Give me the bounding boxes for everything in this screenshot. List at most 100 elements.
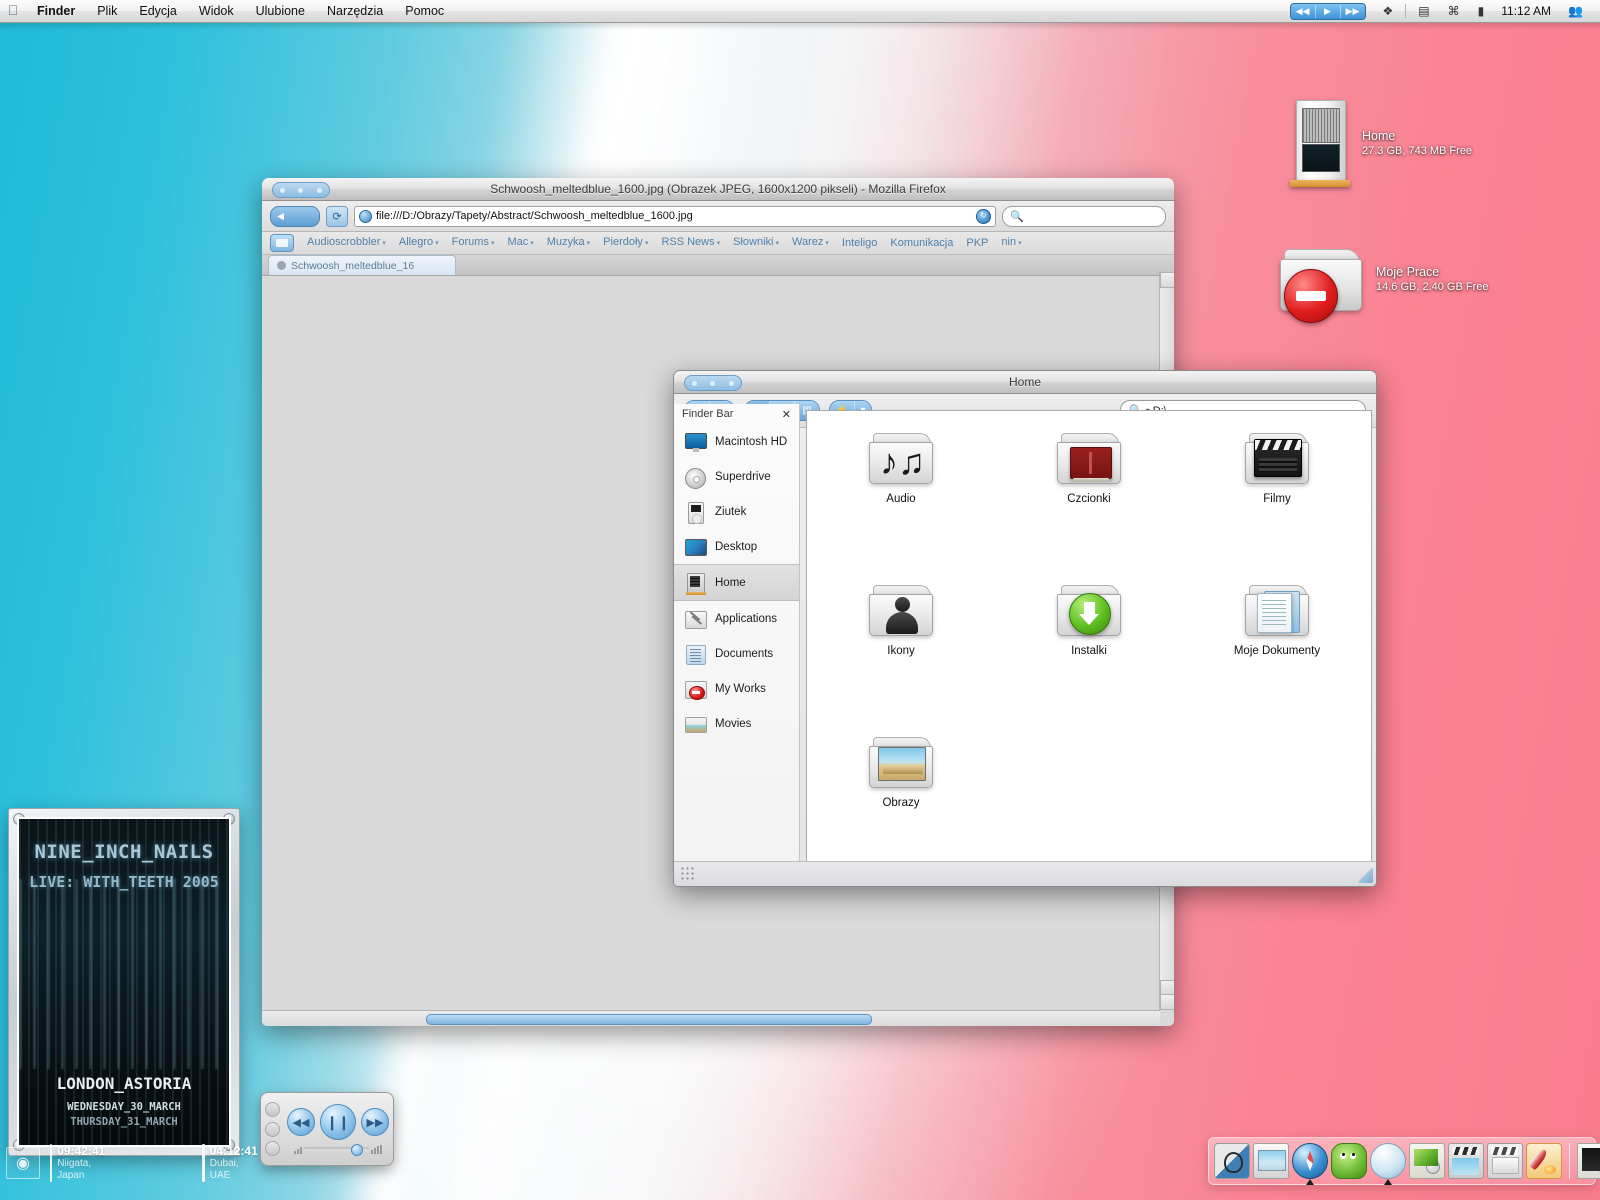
sidebar-item-desktop[interactable]: Desktop [674, 529, 799, 564]
desktop-icon-home-name: Home [1362, 129, 1396, 143]
dock-item-imovie[interactable] [1448, 1143, 1484, 1179]
reload-button[interactable]: ⟳ [326, 205, 348, 227]
sidebar-item-home[interactable]: Home [674, 564, 799, 601]
menu-item-pomoc[interactable]: Pomoc [394, 0, 455, 22]
dock-item-preview[interactable] [1253, 1143, 1289, 1179]
finder-item-ikony[interactable]: Ikony [831, 571, 971, 657]
volume-track[interactable] [304, 1144, 369, 1156]
bookmark-inteligo[interactable]: Inteligo [836, 234, 883, 252]
bluetooth-icon[interactable]: ❖ [1374, 0, 1403, 22]
dock-item-rocket-launcher[interactable] [1526, 1143, 1562, 1179]
finder-status-bar [674, 861, 1376, 886]
sidebar-item-superdrive[interactable]: Superdrive [674, 459, 799, 494]
go-button[interactable]: ↻ [976, 208, 991, 224]
finder-titlebar[interactable]: Home [674, 371, 1376, 394]
apple-logo-icon[interactable]:  [0, 3, 26, 19]
track-play-button[interactable]: ▶ [1316, 4, 1341, 18]
poster-widget[interactable]: NINE_INCH_NAILS LIVE: WITH_TEETH 2005 LO… [8, 808, 240, 1156]
bookmark-pkp[interactable]: PKP [960, 234, 994, 252]
bookmark-muzyka[interactable]: Muzyka ▾ [541, 233, 596, 253]
eject-icon[interactable] [264, 1121, 280, 1137]
bookmark-komunikacja[interactable]: Komunikacja [884, 234, 959, 252]
url-bar[interactable]: file:///D:/Obrazy/Tapety/Abstract/Schwoo… [354, 205, 996, 227]
resize-handle[interactable] [1358, 868, 1373, 883]
dock [1208, 1137, 1600, 1185]
dock-item-finder[interactable] [1214, 1143, 1250, 1179]
folder-restricted-icon [1278, 245, 1366, 323]
bookmark-nin[interactable]: nin ▾ [995, 233, 1027, 253]
sidebar-item-ziutek[interactable]: Ziutek [674, 494, 799, 529]
chevron-down-icon: ▾ [775, 240, 780, 247]
dock-item-poster-stack[interactable] [1577, 1143, 1600, 1179]
itunes-track-controls[interactable]: ◀◀ ▶ ▶▶ [1289, 2, 1366, 20]
power-icon[interactable] [264, 1101, 280, 1117]
sidebar-item-movies[interactable]: Movies [674, 706, 799, 741]
battery-icon[interactable]: ▮ [1469, 0, 1494, 22]
finder-icon-view[interactable]: ♪♫ Audio Czcionki Filmy Ikony Instalki M… [806, 410, 1372, 865]
next-button[interactable]: ▶▶ [361, 1108, 389, 1136]
bookmarks-folder-icon[interactable] [270, 234, 294, 252]
firefox-titlebar[interactable]: Schwoosh_meltedblue_1600.jpg (Obrazek JP… [262, 178, 1174, 201]
finder-item-filmy[interactable]: Filmy [1207, 419, 1347, 505]
volume-slider[interactable] [294, 1144, 382, 1156]
media-player-widget[interactable]: ◀◀ ❙❙ ▶▶ [260, 1092, 394, 1166]
dock-item-idvd[interactable] [1487, 1143, 1523, 1179]
bookmark-forums[interactable]: Forums ▾ [446, 233, 501, 253]
menu-item-plik[interactable]: Plik [86, 0, 128, 22]
dock-item-safari[interactable] [1292, 1143, 1328, 1185]
finder-window[interactable]: Home ◀ ▶ ▦ ☰ ▥ ⚡ ▾ 🔍 ▾ D:\ Finder Bar ✕ [673, 370, 1377, 887]
dock-item-iphoto[interactable] [1409, 1143, 1445, 1179]
desktop-icon-moje-prace[interactable]: Moje Prace 14.6 GB, 2.40 GB Free [1278, 245, 1489, 323]
previous-button[interactable]: ◀◀ [287, 1108, 315, 1136]
track-prev-button[interactable]: ◀◀ [1291, 4, 1316, 18]
bookmark-rss-news[interactable]: RSS News ▾ [655, 233, 726, 253]
world-clock-widget[interactable]: ◉ 09:42:41 Niigata, Japan 04:12:41 Dubai… [0, 1143, 258, 1183]
documents-icon [684, 644, 706, 665]
menu-item-narzedzia[interactable]: Narzędzia [316, 0, 394, 22]
menu-item-edycja[interactable]: Edycja [128, 0, 188, 22]
bookmark-slowniki[interactable]: Słowniki ▾ [727, 233, 785, 253]
desktop-icon-home[interactable]: Home 27.3 GB, 743 MB Free [1288, 98, 1472, 190]
sidebar-item-documents[interactable]: Documents [674, 636, 799, 671]
bookmark-warez[interactable]: Warez ▾ [786, 233, 835, 253]
horizontal-scrollbar[interactable] [262, 1010, 1160, 1026]
sidebar-item-my-works[interactable]: My Works [674, 671, 799, 706]
bookmark-pierdoly[interactable]: Pierdoły ▾ [597, 233, 654, 253]
menu-item-ulubione[interactable]: Ulubione [245, 0, 316, 22]
displays-icon[interactable]: ▤ [1409, 0, 1438, 22]
finder-item-obrazy[interactable]: Obrazy [831, 723, 971, 809]
volume-knob[interactable] [351, 1144, 363, 1156]
track-next-button[interactable]: ▶▶ [1341, 5, 1365, 18]
bookmark-label: Audioscrobbler [307, 236, 381, 248]
pause-button[interactable]: ❙❙ [320, 1104, 356, 1140]
close-icon[interactable]: ✕ [782, 408, 791, 421]
menu-bar-clock[interactable]: 11:12 AM [1493, 0, 1559, 22]
finder-item-instalki[interactable]: Instalki [1019, 571, 1159, 657]
bookmark-label: Mac [507, 236, 529, 248]
finder-item-czcionki[interactable]: Czcionki [1019, 419, 1159, 505]
fast-user-switching-icon[interactable]: 👥 [1559, 0, 1592, 22]
search-field[interactable]: 🔍 [1002, 205, 1166, 227]
back-button[interactable]: ◀ [270, 205, 320, 227]
bookmark-audioscrobbler[interactable]: Audioscrobbler ▾ [301, 233, 392, 253]
menu-item-widok[interactable]: Widok [188, 0, 245, 22]
finder-item-audio[interactable]: ♪♫ Audio [831, 419, 971, 505]
bookmark-allegro[interactable]: Allegro ▾ [393, 233, 445, 253]
dock-item-adium[interactable] [1331, 1143, 1367, 1179]
chevron-down-icon: ▾ [644, 240, 649, 247]
dock-item-itunes[interactable] [1370, 1143, 1406, 1185]
player-main-controls: ◀◀ ❙❙ ▶▶ [283, 1093, 393, 1165]
bookmark-mac[interactable]: Mac ▾ [501, 233, 539, 253]
keyboard-icon[interactable]: ⌘ [1439, 0, 1469, 22]
sidebar-item-macintosh-hd[interactable]: Macintosh HD [674, 424, 799, 459]
sidebar-header-label: Finder Bar [682, 408, 734, 420]
globe-icon: ◉ [6, 1147, 40, 1179]
menu-item-finder[interactable]: Finder [26, 0, 86, 22]
settings-icon[interactable] [264, 1141, 280, 1157]
ipod-icon [684, 501, 706, 524]
horizontal-scroll-thumb[interactable] [426, 1014, 872, 1025]
sidebar-item-applications[interactable]: Applications [674, 601, 799, 636]
finder-grip-handle[interactable] [680, 866, 694, 880]
url-text[interactable]: file:///D:/Obrazy/Tapety/Abstract/Schwoo… [376, 210, 972, 222]
finder-item-moje-dokumenty[interactable]: Moje Dokumenty [1207, 571, 1347, 657]
